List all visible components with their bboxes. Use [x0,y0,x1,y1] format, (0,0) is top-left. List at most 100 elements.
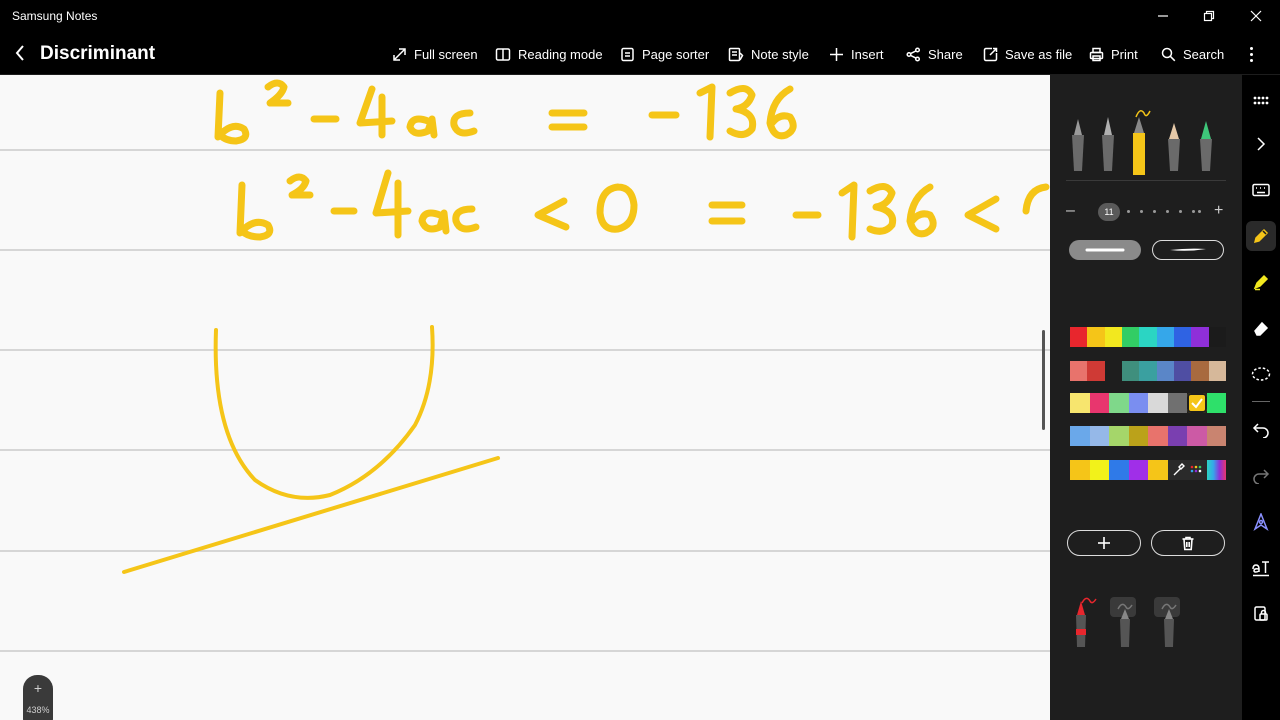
close-button[interactable] [1233,0,1279,32]
book-icon [495,47,511,61]
color-swatch[interactable] [1070,460,1090,480]
color-swatch[interactable] [1070,361,1088,381]
restore-button[interactable] [1186,0,1232,32]
color-swatch[interactable] [1109,426,1129,446]
color-palette-row-5 [1070,460,1226,480]
color-swatch[interactable] [1128,426,1148,446]
color-swatch[interactable] [1148,393,1168,413]
color-swatch[interactable] [1206,426,1226,446]
print-button[interactable]: Print [1089,43,1138,65]
note-canvas[interactable]: + 438% [0,75,1050,720]
marker-pen-icon[interactable] [1200,121,1212,171]
color-swatch[interactable] [1208,361,1226,381]
color-swatch[interactable] [1139,361,1157,381]
brush-pen-icon[interactable] [1168,123,1180,171]
search-button[interactable]: Search [1161,43,1224,65]
stroke-style-uniform[interactable] [1069,240,1141,260]
pencil-pen-icon[interactable] [1133,110,1151,175]
color-swatch[interactable] [1173,361,1192,381]
color-swatch[interactable] [1191,361,1209,381]
page-sorter-label: Page sorter [642,46,710,62]
color-swatch[interactable] [1109,460,1129,480]
undo-button[interactable] [1246,415,1276,445]
color-spectrum-swatch[interactable] [1206,460,1226,480]
page-sorter-button[interactable]: Page sorter [620,43,709,65]
color-swatch[interactable] [1089,393,1109,413]
color-swatch[interactable] [1208,327,1226,347]
back-button[interactable] [8,40,32,66]
color-swatch[interactable] [1206,393,1226,413]
eraser-tool-button[interactable] [1246,313,1276,343]
tangent-line-sketch [122,456,500,574]
keyboard-button[interactable] [1246,175,1276,205]
color-swatch[interactable] [1087,361,1105,381]
keyboard-icon [1252,183,1270,197]
color-swatch[interactable] [1167,426,1187,446]
more-options-button[interactable] [1240,42,1262,66]
color-swatch[interactable] [1109,393,1129,413]
favorite-pen-empty-2[interactable] [1154,597,1180,647]
favorite-pen-empty-1[interactable] [1110,597,1136,647]
zoom-control[interactable]: + 438% [23,675,53,720]
color-swatch[interactable] [1121,361,1140,381]
color-swatch[interactable] [1191,327,1209,347]
color-swatch[interactable] [1156,327,1174,347]
reading-mode-button[interactable]: Reading mode [495,43,603,65]
color-swatch[interactable] [1128,393,1148,413]
color-swatch[interactable] [1087,327,1105,347]
text-recognize-button[interactable] [1246,553,1276,583]
stroke-style-tapered[interactable] [1152,240,1224,260]
shape-pen-button[interactable] [1246,507,1276,537]
collapse-panel-button[interactable] [1246,129,1276,159]
insert-button[interactable]: Insert [829,43,884,65]
protect-note-button[interactable] [1246,599,1276,629]
size-increase-button[interactable]: + [1214,202,1223,220]
pen-size-value[interactable]: 11 [1098,203,1120,221]
selected-color-swatch[interactable] [1187,393,1207,413]
more-tools-button[interactable] [1246,86,1276,116]
redo-button[interactable] [1246,461,1276,491]
minimize-button[interactable] [1140,0,1186,32]
add-pen-button[interactable] [1067,530,1141,556]
color-swatch[interactable] [1104,327,1122,347]
color-swatch[interactable] [1173,327,1192,347]
share-button[interactable]: Share [906,43,963,65]
color-swatch[interactable] [1148,426,1168,446]
color-swatch[interactable] [1070,327,1088,347]
lasso-tool-button[interactable] [1246,359,1276,389]
note-style-button[interactable]: Note style [728,43,809,65]
search-icon [1161,47,1176,61]
pen-type-selector[interactable] [1064,105,1234,175]
color-swatch[interactable] [1070,426,1090,446]
highlighter-tool-button[interactable] [1246,267,1276,297]
color-palette-icon[interactable] [1187,460,1207,480]
zoom-in-button[interactable]: + [34,681,42,695]
color-swatch[interactable] [1070,393,1090,413]
share-icon [906,46,921,62]
color-swatch[interactable] [1139,327,1157,347]
vertical-scrollbar[interactable] [1042,330,1045,430]
favorite-pens[interactable] [1070,595,1200,650]
color-swatch[interactable] [1187,426,1207,446]
color-swatch[interactable] [1089,426,1109,446]
color-swatch[interactable] [1148,460,1168,480]
eyedropper-icon[interactable] [1167,460,1187,480]
color-swatch[interactable] [1156,361,1174,381]
fountain-pen-icon[interactable] [1072,119,1084,171]
pen-tool-button[interactable] [1246,221,1276,251]
color-swatch[interactable] [1104,361,1122,381]
insert-label: Insert [851,46,884,62]
calligraphy-pen-icon[interactable] [1102,117,1114,171]
color-swatch[interactable] [1121,327,1140,347]
plus-icon [830,47,843,61]
favorite-pen-red[interactable] [1076,597,1097,647]
minimize-icon [1158,15,1168,17]
color-swatch[interactable] [1128,460,1148,480]
save-as-file-button[interactable]: Save as file [983,43,1072,65]
size-decrease-button[interactable]: – [1066,202,1075,220]
delete-pen-button[interactable] [1151,530,1225,556]
color-swatch[interactable] [1167,393,1187,413]
pen-size-slider[interactable]: – + [1066,200,1228,224]
full-screen-button[interactable]: Full screen [392,43,478,65]
color-swatch[interactable] [1089,460,1109,480]
